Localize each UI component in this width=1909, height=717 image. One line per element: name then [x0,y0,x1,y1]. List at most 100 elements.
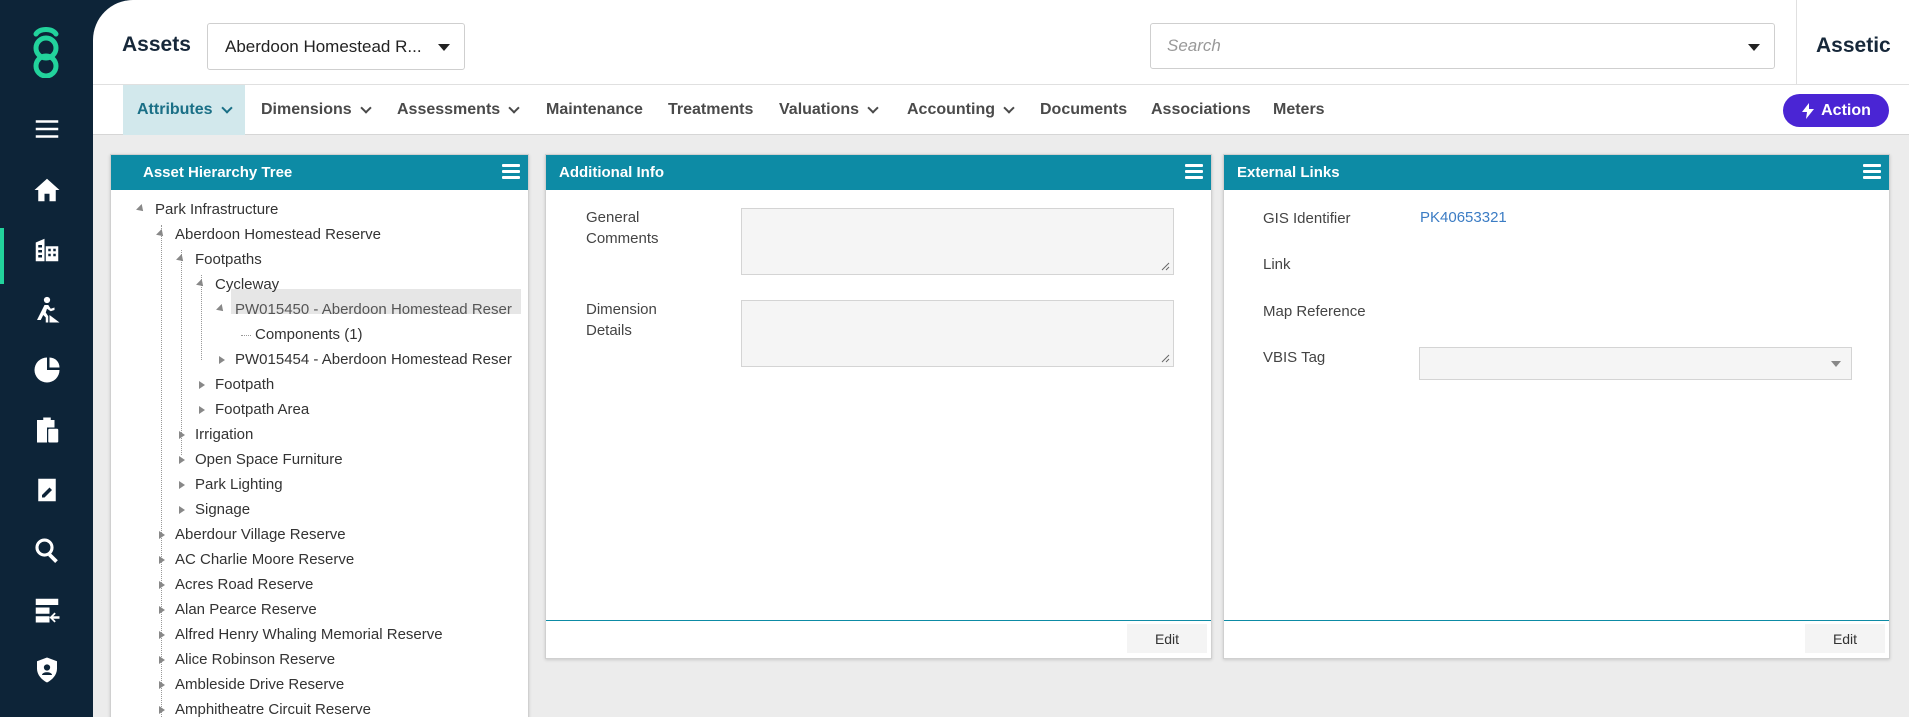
tab-bar: Attributes Dimensions Assessments Mainte… [93,85,1909,135]
divider [546,620,1211,621]
tree-node[interactable]: Open Space Furniture [179,451,343,468]
expand-icon[interactable] [199,406,205,414]
tree-node[interactable]: Acres Road Reserve [159,576,313,593]
finance-icon[interactable] [0,346,93,394]
general-comments-label: General Comments [586,209,659,247]
data-import-icon[interactable] [0,586,93,634]
tree-node[interactable]: Alice Robinson Reserve [159,651,335,668]
expand-icon[interactable] [159,681,165,689]
tree-node[interactable]: Park Lighting [179,476,283,493]
divider [1796,0,1797,85]
divider [1224,620,1889,621]
link-label: Link [1263,256,1291,273]
tab-valuations[interactable]: Valuations [779,85,879,135]
edit-button[interactable]: Edit [1127,624,1207,653]
hamburger-menu-icon[interactable] [502,164,520,180]
tab-treatments[interactable]: Treatments [668,85,753,135]
search-input[interactable]: Search [1150,23,1775,69]
tab-assessments[interactable]: Assessments [397,85,520,135]
tree-node[interactable]: Cycleway [196,276,279,293]
expand-icon[interactable] [179,481,185,489]
collapse-icon[interactable] [176,254,186,264]
edit-button[interactable]: Edit [1805,624,1885,653]
collapse-icon[interactable] [216,304,226,314]
expand-icon[interactable] [159,706,165,714]
expand-icon[interactable] [179,456,185,464]
dimension-details-label: Dimension Details [586,301,657,339]
expand-icon[interactable] [219,356,225,364]
tree-node[interactable]: PW015454 - Aberdoon Homestead Reser [219,351,512,368]
home-icon[interactable] [0,166,93,214]
menu-icon[interactable] [0,105,93,153]
expand-icon[interactable] [159,656,165,664]
tab-maintenance[interactable]: Maintenance [546,85,643,135]
worker-icon[interactable] [0,286,93,334]
caret-down-icon[interactable] [1748,44,1760,51]
sidebar [0,0,93,717]
gis-identifier-link[interactable]: PK40653321 [1420,209,1507,226]
vbis-tag-select[interactable] [1419,347,1852,380]
panel-header: External Links [1224,155,1889,190]
tree-node[interactable]: Irrigation [179,426,253,443]
tree-node[interactable]: Ambleside Drive Reserve [159,676,344,693]
collapse-icon[interactable] [156,229,166,239]
tree-node[interactable]: Amphitheatre Circuit Reserve [159,701,371,717]
expand-icon[interactable] [159,556,165,564]
tab-documents[interactable]: Documents [1040,85,1127,135]
expand-icon[interactable] [159,606,165,614]
tree-node[interactable]: Alfred Henry Whaling Memorial Reserve [159,626,443,643]
tab-label: Associations [1151,101,1251,118]
resize-grip-icon[interactable] [1161,354,1170,363]
tab-label: Valuations [779,101,860,118]
expand-icon[interactable] [159,531,165,539]
expand-icon[interactable] [199,381,205,389]
search-icon[interactable] [0,526,93,574]
expand-icon[interactable] [179,506,185,514]
tab-label: Documents [1040,101,1128,118]
caret-down-icon [438,44,450,51]
tree-node[interactable]: Footpath Area [199,401,309,418]
expand-icon[interactable] [179,431,185,439]
resize-grip-icon[interactable] [1161,262,1170,271]
asset-hierarchy-panel: Asset Hierarchy Tree Park Infrastructure… [110,154,529,717]
tree-node[interactable]: Signage [179,501,250,518]
tree-node[interactable]: Aberdour Village Reserve [159,526,346,543]
general-comments-field[interactable] [741,208,1174,275]
asset-selector-value: Aberdoon Homestead R... [225,36,422,56]
collapse-icon[interactable] [136,204,146,214]
tree-node[interactable]: Footpaths [176,251,262,268]
asset-selector[interactable]: Aberdoon Homestead R... [207,23,465,70]
action-button[interactable]: Action [1783,94,1889,127]
tab-attributes[interactable]: Attributes [123,85,245,135]
action-label: Action [1821,101,1871,119]
tab-label: Meters [1273,101,1325,118]
tree-node[interactable]: Park Infrastructure [136,201,278,218]
tab-label: Dimensions [261,101,352,118]
expand-icon[interactable] [159,631,165,639]
lightning-icon [1802,102,1815,119]
hamburger-menu-icon[interactable] [1185,164,1203,180]
collapse-icon[interactable] [196,279,206,289]
tree-guide [161,225,162,717]
tree-node[interactable]: Aberdoon Homestead Reserve [156,226,381,243]
tab-associations[interactable]: Associations [1151,85,1251,135]
edit-doc-icon[interactable] [0,466,93,514]
tab-dimensions[interactable]: Dimensions [261,85,372,135]
tree-node-selected[interactable]: PW015450 - Aberdoon Homestead Reser [216,301,512,318]
brand-name: Assetic [1816,34,1891,57]
tree-node[interactable]: Alan Pearce Reserve [159,601,317,618]
tree-node[interactable]: Footpath [199,376,274,393]
hamburger-menu-icon[interactable] [1863,164,1881,180]
tree-node[interactable]: AC Charlie Moore Reserve [159,551,354,568]
chevron-down-icon [220,101,233,114]
buildings-icon[interactable] [0,226,93,284]
tab-accounting[interactable]: Accounting [907,85,1015,135]
app-logo-icon[interactable] [22,26,70,78]
tab-meters[interactable]: Meters [1273,85,1325,135]
panel-header: Asset Hierarchy Tree [111,155,528,190]
shield-user-icon[interactable] [0,646,93,694]
clipboard-calc-icon[interactable] [0,406,93,454]
expand-icon[interactable] [159,581,165,589]
tree-node[interactable]: Components (1) [241,326,363,343]
dimension-details-field[interactable] [741,300,1174,367]
